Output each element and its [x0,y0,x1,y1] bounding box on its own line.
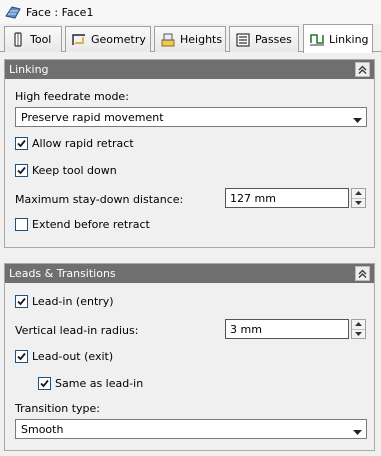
vertical-radius-label: Vertical lead-in radius: [15,324,139,337]
vertical-radius-input[interactable]: 3 mm [225,319,349,339]
linking-section-header[interactable]: Linking [5,60,374,79]
max-stay-down-row: Maximum stay-down distance: [15,193,183,206]
spin-up-icon[interactable] [352,320,365,330]
passes-icon [234,31,252,49]
max-stay-down-label: Maximum stay-down distance: [15,193,184,206]
lead-in-checkbox[interactable] [15,295,28,308]
collapse-icon[interactable] [355,266,370,281]
lead-in-row[interactable]: Lead-in (entry) [15,295,114,308]
allow-rapid-retract-label: Allow rapid retract [32,137,134,150]
tab-linking[interactable]: Linking [303,24,373,53]
tab-label: Passes [255,33,292,46]
transition-type-label: Transition type: [15,402,100,415]
keep-tool-down-row[interactable]: Keep tool down [15,164,117,177]
allow-rapid-retract-checkbox[interactable] [15,137,28,150]
content-panel: Linking High feedrate mode: Preserve rap… [0,52,381,456]
spin-down-icon[interactable] [352,199,365,208]
tab-label: Geometry [91,33,146,46]
chevron-down-icon [353,114,362,127]
tab-tool[interactable]: Tool [4,26,62,52]
transition-type-value: Smooth [21,422,64,436]
tab-label: Heights [180,33,223,46]
high-feedrate-row: High feedrate mode: [15,90,129,103]
heights-icon [159,31,177,49]
window-title: Face : Face1 [26,5,94,19]
allow-rapid-retract-row[interactable]: Allow rapid retract [15,137,134,150]
keep-tool-down-label: Keep tool down [32,164,117,177]
title-bar: Face : Face1 [0,0,381,24]
lead-out-label: Lead-out (exit) [32,350,114,363]
extend-before-retract-checkbox[interactable] [15,218,28,231]
same-as-lead-in-label: Same as lead-in [55,377,144,390]
tool-icon [9,31,27,49]
high-feedrate-label: High feedrate mode: [15,90,129,103]
max-stay-down-value: 127 mm [230,191,276,205]
leads-section-header[interactable]: Leads & Transitions [5,264,374,283]
lead-out-checkbox[interactable] [15,350,28,363]
max-stay-down-spinner[interactable] [351,188,366,208]
vertical-radius-value: 3 mm [230,322,262,336]
lead-in-label: Lead-in (entry) [32,295,114,308]
tab-geometry[interactable]: Geometry [65,26,151,52]
tab-label: Linking [329,32,369,46]
tab-bar: Tool Geometry Heights Passes Linking [0,24,381,53]
spin-down-icon[interactable] [352,330,365,339]
chevron-down-icon [353,426,362,439]
extend-before-retract-row[interactable]: Extend before retract [15,218,150,231]
section-title: Linking [9,63,49,76]
tab-label: Tool [30,33,52,46]
transition-type-row: Transition type: [15,402,100,415]
high-feedrate-value: Preserve rapid movement [21,110,164,124]
max-stay-down-input[interactable]: 127 mm [225,188,349,208]
high-feedrate-select[interactable]: Preserve rapid movement [15,107,367,127]
vertical-radius-spinner[interactable] [351,319,366,339]
vertical-radius-row: Vertical lead-in radius: [15,324,138,337]
keep-tool-down-checkbox[interactable] [15,164,28,177]
spin-up-icon[interactable] [352,189,365,199]
face-icon [4,4,22,20]
tab-heights[interactable]: Heights [154,26,226,52]
lead-out-row[interactable]: Lead-out (exit) [15,350,113,363]
leads-section: Leads & Transitions Lead-in (entry) Vert… [4,263,375,451]
extend-before-retract-label: Extend before retract [32,218,150,231]
tab-passes[interactable]: Passes [229,26,299,52]
same-as-lead-in-checkbox[interactable] [38,377,51,390]
same-as-lead-in-row[interactable]: Same as lead-in [38,377,143,390]
linking-icon [308,30,326,48]
transition-type-select[interactable]: Smooth [15,419,367,439]
collapse-icon[interactable] [355,62,370,77]
geometry-icon [70,31,88,49]
linking-section: Linking High feedrate mode: Preserve rap… [4,59,375,248]
section-title: Leads & Transitions [9,267,116,280]
